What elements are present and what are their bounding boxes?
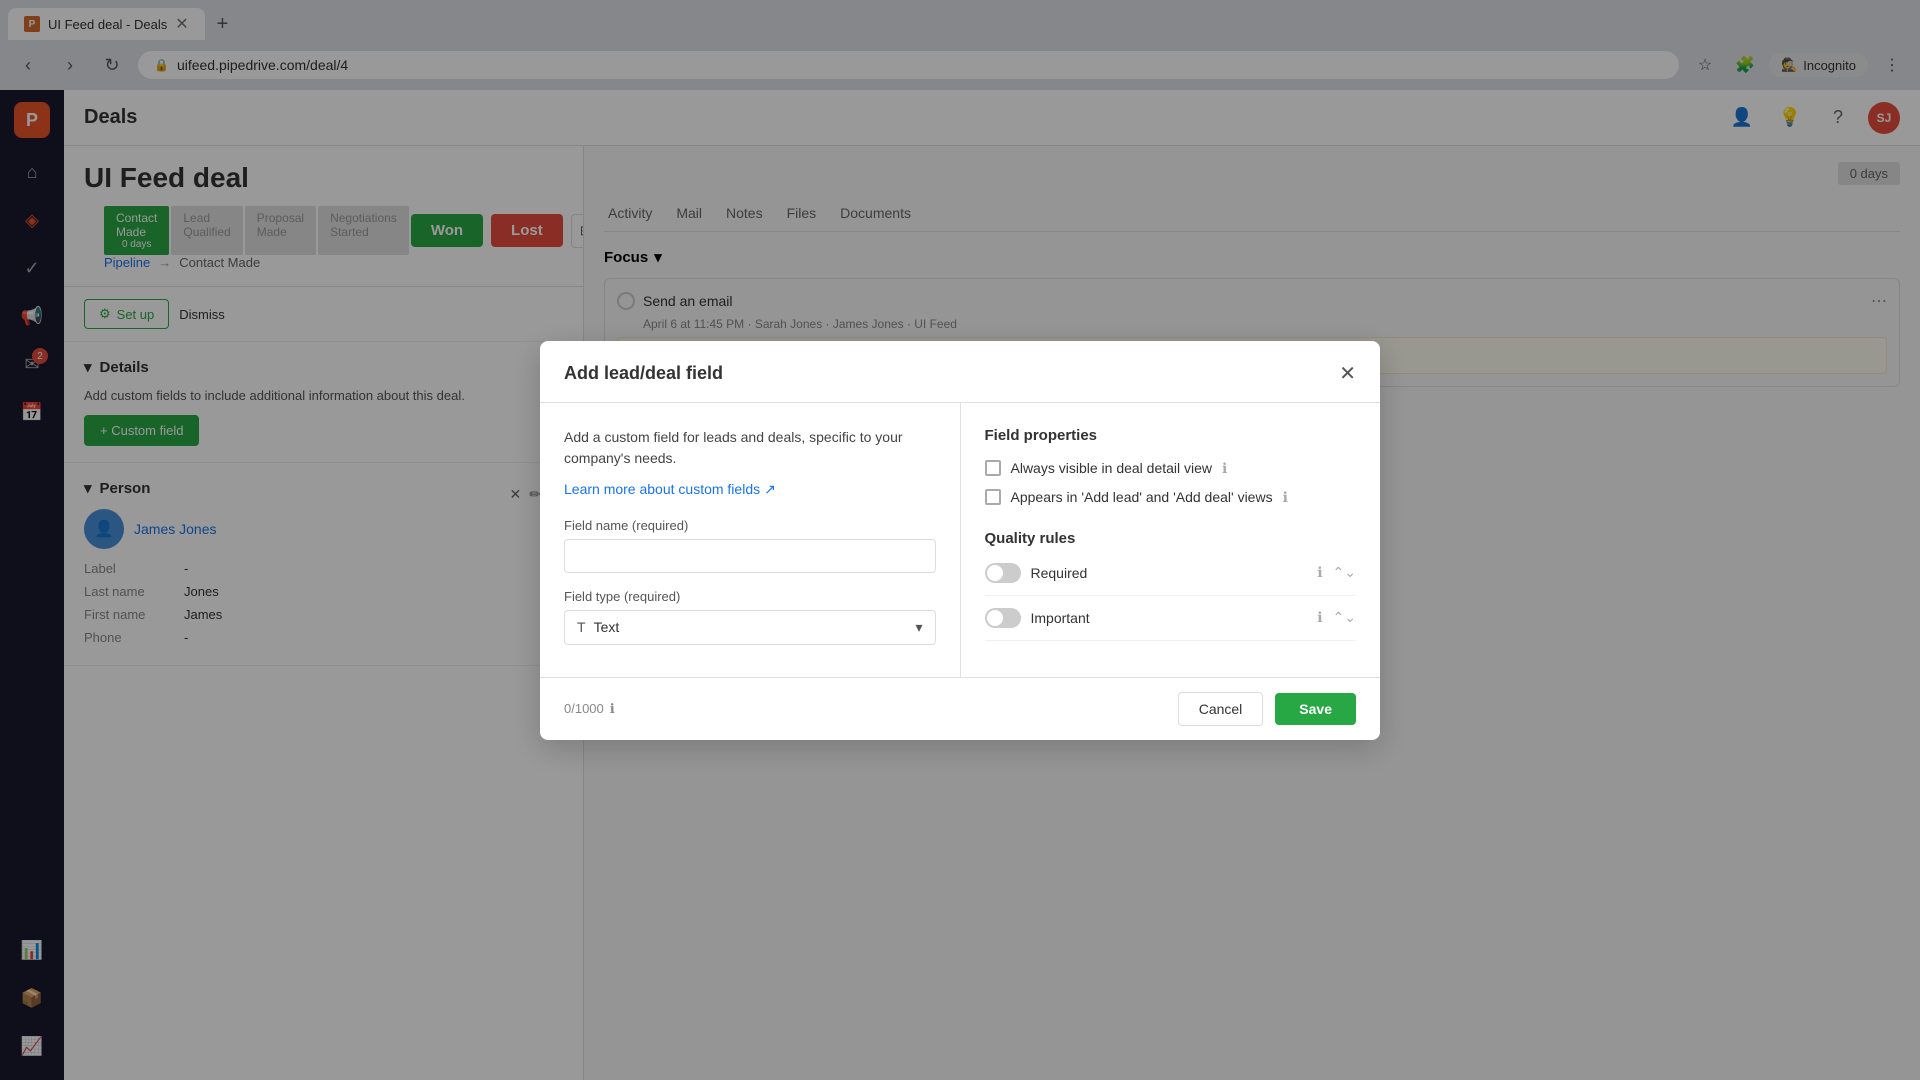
always-visible-label: Always visible in deal detail view — [1011, 460, 1213, 476]
field-name-group: Field name (required) — [564, 518, 936, 573]
appears-in-info-icon[interactable]: ℹ — [1283, 489, 1288, 506]
cancel-button[interactable]: Cancel — [1178, 692, 1264, 726]
always-visible-row: Always visible in deal detail view ℹ — [985, 460, 1357, 477]
modal-overlay: Add lead/deal field ✕ Add a custom field… — [0, 0, 1920, 1080]
save-button[interactable]: Save — [1275, 693, 1356, 725]
char-count: 0/1000 ℹ — [564, 701, 615, 717]
appears-in-row: Appears in 'Add lead' and 'Add deal' vie… — [985, 489, 1357, 506]
required-label: Required — [1031, 565, 1308, 581]
important-info-icon[interactable]: ℹ — [1317, 609, 1322, 626]
important-chevron[interactable]: ⌃⌄ — [1333, 609, 1356, 626]
field-name-label: Field name (required) — [564, 518, 936, 533]
required-row: Required ℹ ⌃⌄ — [985, 563, 1357, 596]
modal-title: Add lead/deal field — [564, 363, 723, 384]
always-visible-info-icon[interactable]: ℹ — [1222, 460, 1227, 477]
required-chevron[interactable]: ⌃⌄ — [1333, 564, 1356, 581]
appears-in-label: Appears in 'Add lead' and 'Add deal' vie… — [1011, 489, 1273, 505]
field-type-group: Field type (required) T Text ▾ — [564, 589, 936, 645]
learn-more-arrow: ↗ — [764, 481, 776, 498]
modal-close-button[interactable]: ✕ — [1339, 361, 1356, 386]
modal-footer: 0/1000 ℹ Cancel Save — [540, 677, 1380, 740]
modal-right-panel: Field properties Always visible in deal … — [961, 403, 1381, 677]
add-field-modal: Add lead/deal field ✕ Add a custom field… — [540, 341, 1380, 740]
field-type-select[interactable]: T Text ▾ — [564, 610, 936, 645]
required-toggle[interactable] — [985, 563, 1021, 583]
appears-in-checkbox[interactable] — [985, 489, 1001, 505]
important-toggle-knob — [987, 610, 1003, 626]
modal-left-panel: Add a custom field for leads and deals, … — [540, 403, 961, 677]
learn-more-text: Learn more about custom fields — [564, 481, 760, 497]
field-name-input[interactable] — [564, 539, 936, 573]
char-count-value: 0/1000 — [564, 701, 604, 716]
modal-header: Add lead/deal field ✕ — [540, 341, 1380, 403]
modal-description: Add a custom field for leads and deals, … — [564, 427, 936, 469]
learn-more-link[interactable]: Learn more about custom fields ↗ — [564, 481, 936, 498]
field-type-label: Field type (required) — [564, 589, 936, 604]
important-label: Important — [1031, 610, 1308, 626]
quality-rules-title: Quality rules — [985, 530, 1357, 547]
important-toggle[interactable] — [985, 608, 1021, 628]
modal-body: Add a custom field for leads and deals, … — [540, 403, 1380, 677]
required-toggle-knob — [987, 565, 1003, 581]
field-type-dropdown-icon: ▾ — [915, 619, 922, 636]
field-type-value: Text — [594, 619, 908, 635]
field-type-icon: T — [577, 619, 586, 635]
required-info-icon[interactable]: ℹ — [1317, 564, 1322, 581]
always-visible-checkbox[interactable] — [985, 460, 1001, 476]
field-properties-title: Field properties — [985, 427, 1357, 444]
important-row: Important ℹ ⌃⌄ — [985, 608, 1357, 641]
char-count-info[interactable]: ℹ — [610, 701, 615, 717]
